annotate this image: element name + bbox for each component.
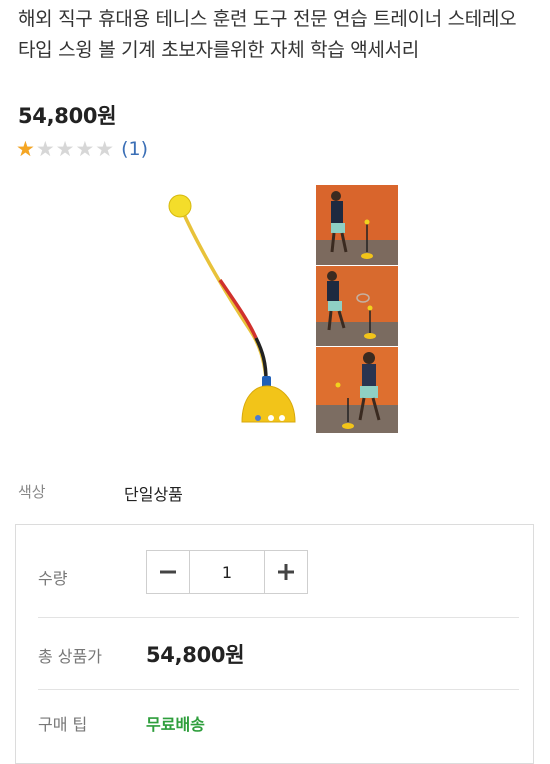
tennis-trainer-illustration [168,185,398,433]
product-image [160,180,405,435]
color-value: 단일상품 [124,485,183,504]
rating: ★★★★★ ★★★★★ (1) [16,136,148,162]
divider [38,617,519,618]
total-price-value: 54,800원 [146,643,245,667]
product-title: 해외 직구 휴대용 테니스 훈련 도구 전문 연습 트레이너 스테레오 타입 스… [18,8,517,61]
star-rating: ★★★★★ ★★★★★ [16,136,115,162]
quantity-label: 수량 [38,569,68,588]
review-count-link[interactable]: (1) [121,138,148,160]
order-box: 수량 총 상품가 54,800원 구매 팁 무료배송 [15,524,534,764]
decrease-quantity-button[interactable] [147,551,190,593]
color-label: 색상 [18,483,46,501]
plus-icon [278,564,294,580]
quantity-input[interactable] [190,551,264,593]
star-icon: ★★★★★ [16,137,36,161]
quantity-stepper [146,550,308,594]
divider [38,689,519,690]
purchase-tip-label: 구매 팁 [38,715,88,734]
increase-quantity-button[interactable] [264,551,307,593]
total-price-label: 총 상품가 [38,647,102,666]
product-price: 54,800원 [18,104,117,128]
free-shipping-badge: 무료배송 [146,715,205,734]
minus-icon [160,570,176,574]
color-option-row: 색상 단일상품 [18,478,528,508]
